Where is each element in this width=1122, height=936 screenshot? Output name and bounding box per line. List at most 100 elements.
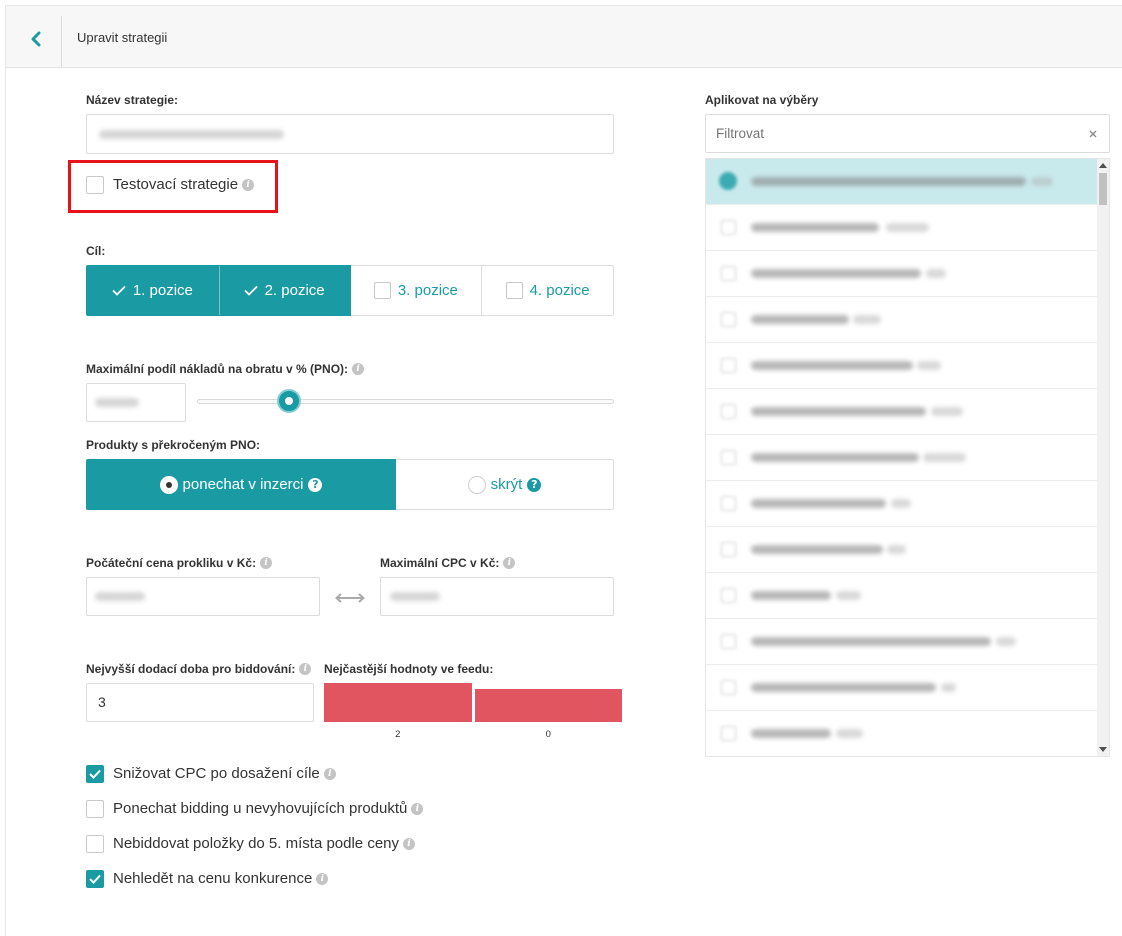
- blurred-text: [751, 591, 831, 600]
- question-circle-icon[interactable]: [527, 477, 542, 492]
- slider-handle[interactable]: [277, 389, 302, 413]
- selections-list: [705, 158, 1110, 757]
- delivery-time-value: 3: [98, 694, 106, 710]
- info-icon[interactable]: [352, 363, 365, 375]
- max-cpc-label-row: Maximální CPC v Kč:: [380, 556, 516, 570]
- goal-option-4[interactable]: 4. pozice: [482, 265, 614, 316]
- option-checkbox[interactable]: [86, 800, 104, 818]
- blurred-checkbox: [719, 172, 737, 190]
- info-icon[interactable]: [503, 557, 516, 569]
- hide-option[interactable]: skrýt: [396, 459, 614, 510]
- top-bar: Upravit strategii: [5, 5, 1122, 68]
- option-checkbox[interactable]: [86, 765, 104, 783]
- double-arrow-icon: [334, 593, 366, 603]
- option-checkbox[interactable]: [86, 870, 104, 888]
- pno-slider[interactable]: [197, 389, 614, 413]
- delivery-time-input[interactable]: 3: [86, 683, 314, 722]
- selection-row[interactable]: [706, 481, 1097, 527]
- start-cpc-label: Počáteční cena prokliku v Kč:: [86, 556, 257, 570]
- blurred-text: [996, 637, 1016, 646]
- back-button[interactable]: [6, 6, 62, 67]
- goal-option-1[interactable]: 1. pozice: [86, 265, 219, 316]
- start-cpc-label-row: Počáteční cena prokliku v Kč:: [86, 556, 273, 570]
- blurred-value: [99, 129, 284, 139]
- option-row: Nehledět na cenu konkurence: [86, 870, 329, 888]
- over-pno-toggle: ponechat v inzerci skrýt: [86, 459, 614, 510]
- blurred-text: [836, 591, 861, 600]
- check-icon: [89, 874, 101, 884]
- blurred-text: [891, 499, 911, 508]
- blurred-checkbox: [721, 588, 736, 603]
- feed-category-label: 2: [395, 729, 401, 740]
- selection-row[interactable]: [706, 159, 1097, 205]
- test-strategy-checkbox[interactable]: [86, 176, 104, 194]
- selection-row[interactable]: [706, 251, 1097, 297]
- info-icon[interactable]: [411, 803, 424, 815]
- blurred-checkbox: [721, 634, 736, 649]
- blurred-checkbox: [721, 680, 736, 695]
- header-divider: [61, 16, 62, 67]
- strategy-name-label: Název strategie:: [86, 93, 179, 107]
- keep-in-ads-option[interactable]: ponechat v inzerci: [86, 459, 396, 510]
- info-icon[interactable]: [242, 179, 255, 191]
- pno-input[interactable]: [86, 383, 186, 422]
- option-checkbox[interactable]: [86, 835, 104, 853]
- pno-label-row: Maximální podíl nákladů na obratu v % (P…: [86, 362, 365, 376]
- selection-row[interactable]: [706, 205, 1097, 251]
- option-label: Ponechat bidding u nevyhovujících produk…: [113, 800, 408, 817]
- over-pno-label: Produkty s překročeným PNO:: [86, 438, 261, 452]
- close-icon[interactable]: [1089, 130, 1097, 138]
- goal-option-2[interactable]: 2. pozice: [218, 265, 351, 316]
- filter-input[interactable]: [706, 115, 1109, 152]
- blurred-text: [836, 729, 863, 738]
- blurred-checkbox: [721, 358, 736, 373]
- question-circle-icon[interactable]: [308, 477, 323, 492]
- selection-row[interactable]: [706, 573, 1097, 619]
- blurred-text: [751, 545, 883, 554]
- selection-row[interactable]: [706, 297, 1097, 343]
- max-cpc-input[interactable]: [380, 577, 614, 616]
- info-icon[interactable]: [323, 768, 336, 780]
- selection-row[interactable]: [706, 665, 1097, 711]
- blurred-checkbox: [721, 312, 736, 327]
- max-cpc-label: Maximální CPC v Kč:: [380, 556, 500, 570]
- blurred-value: [390, 592, 440, 601]
- radio-icon: [467, 475, 486, 494]
- blurred-text: [887, 545, 906, 554]
- blurred-checkbox: [721, 404, 736, 419]
- strategy-name-input[interactable]: [86, 114, 614, 154]
- blurred-checkbox: [721, 542, 736, 557]
- blurred-text: [886, 223, 929, 232]
- blurred-text: [751, 407, 926, 416]
- scroll-down-arrow-icon[interactable]: [1099, 747, 1107, 752]
- selection-row[interactable]: [706, 343, 1097, 389]
- blurred-text: [751, 683, 936, 692]
- check-icon: [243, 285, 258, 296]
- page-title: Upravit strategii: [77, 30, 168, 45]
- info-icon[interactable]: [403, 838, 416, 850]
- info-icon[interactable]: [260, 557, 273, 569]
- selection-row[interactable]: [706, 527, 1097, 573]
- scrollbar-thumb[interactable]: [1099, 173, 1107, 205]
- start-cpc-input[interactable]: [86, 577, 320, 616]
- selection-row[interactable]: [706, 389, 1097, 435]
- selection-row[interactable]: [706, 435, 1097, 481]
- blurred-checkbox: [721, 220, 736, 235]
- blurred-value: [95, 592, 145, 601]
- info-icon[interactable]: [316, 873, 329, 885]
- pno-label: Maximální podíl nákladů na obratu v % (P…: [86, 362, 349, 376]
- info-icon[interactable]: [299, 663, 312, 675]
- selection-row[interactable]: [706, 619, 1097, 665]
- test-strategy-row: Testovací strategie: [86, 176, 255, 194]
- chevron-left-icon: [31, 31, 41, 47]
- checkbox-icon: [373, 282, 391, 299]
- goal-option-label: 2. pozice: [264, 282, 325, 299]
- blurred-text: [751, 269, 921, 278]
- option-label: Nehledět na cenu konkurence: [113, 870, 313, 887]
- goal-option-3[interactable]: 3. pozice: [350, 265, 483, 316]
- selection-row[interactable]: [706, 711, 1097, 756]
- scroll-up-arrow-icon[interactable]: [1099, 163, 1107, 168]
- list-scrollbar[interactable]: [1097, 159, 1109, 756]
- blurred-text: [751, 361, 913, 370]
- blurred-text: [917, 361, 941, 370]
